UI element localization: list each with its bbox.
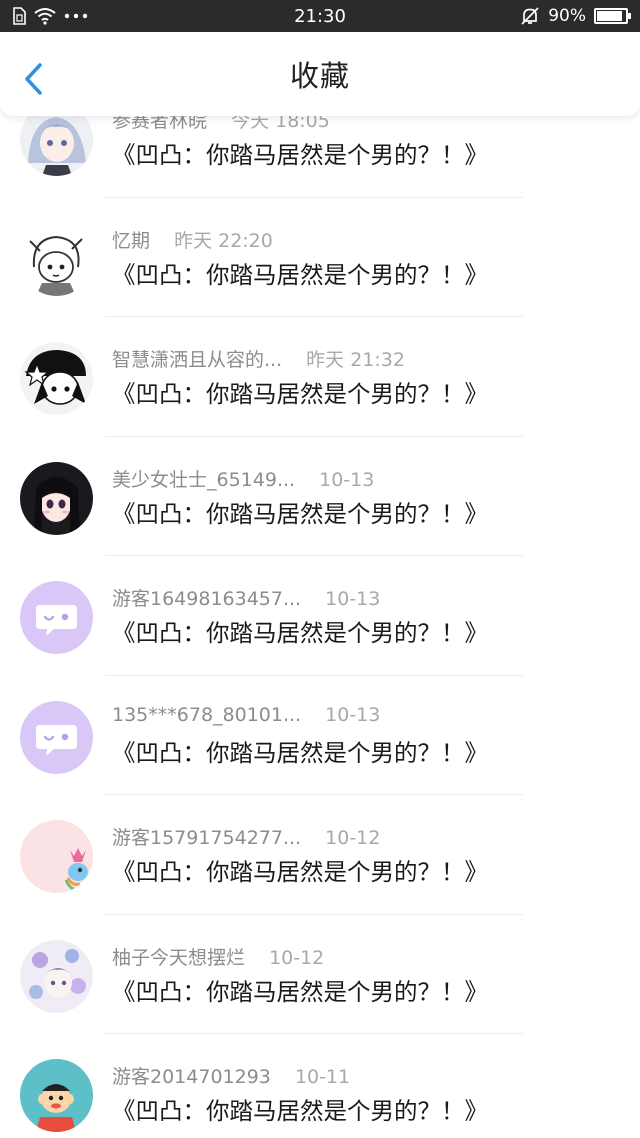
favorites-list[interactable]: 参赛者林皖 今天 18:05 《凹凸：你踏马居然是个男的？！》 忆期 昨天 22… <box>0 116 640 1138</box>
avatar-purple-flowers-girl[interactable] <box>20 939 93 1013</box>
favorites-list-inner: 参赛者林皖 今天 18:05 《凹凸：你踏马居然是个男的？！》 忆期 昨天 22… <box>0 116 640 1138</box>
avatar-anime-girl-black-hair[interactable] <box>20 461 93 535</box>
battery-fill <box>597 11 623 21</box>
timestamp: 今天 18:05 <box>231 116 330 132</box>
post-title[interactable]: 《凹凸：你踏马居然是个男的？！》 <box>112 375 488 409</box>
username[interactable]: 游客2014701293 <box>112 1062 271 1089</box>
item-meta: 美少女壮士_65149... 10-13 <box>112 465 374 492</box>
item-meta: 游客16498163457... 10-13 <box>112 584 380 611</box>
username[interactable]: 柚子今天想摆烂 <box>112 943 245 970</box>
username[interactable]: 135***678_80101... <box>112 704 301 726</box>
item-meta: 柚子今天想摆烂 10-12 <box>112 943 324 970</box>
post-title[interactable]: 《凹凸：你踏马居然是个男的？！》 <box>112 973 488 1007</box>
timestamp: 10-12 <box>269 946 325 969</box>
post-title[interactable]: 《凹凸：你踏马居然是个男的？！》 <box>112 614 488 648</box>
list-item-6[interactable]: 135***678_80101... 10-13 《凹凸：你踏马居然是个男的？！… <box>0 676 640 795</box>
list-item-4[interactable]: 美少女壮士_65149... 10-13 《凹凸：你踏马居然是个男的？！》 <box>0 437 640 556</box>
username[interactable]: 参赛者林皖 <box>112 116 207 133</box>
avatar-cartoon-boy-teal[interactable] <box>20 1059 93 1132</box>
post-title[interactable]: 《凹凸：你踏马居然是个男的？！》 <box>112 734 488 768</box>
list-item-9[interactable]: 游客2014701293 10-11 《凹凸：你踏马居然是个男的？！》 <box>0 1034 640 1138</box>
post-title[interactable]: 《凹凸：你踏马居然是个男的？！》 <box>112 136 488 170</box>
list-item-2[interactable]: 忆期 昨天 22:20 《凹凸：你踏马居然是个男的？！》 <box>0 198 640 317</box>
timestamp: 10-13 <box>325 588 381 610</box>
item-meta: 智慧潇洒且从容的... 昨天 21:32 <box>112 345 405 372</box>
status-time: 21:30 <box>294 5 346 27</box>
item-meta: 游客2014701293 10-11 <box>112 1062 350 1089</box>
post-title[interactable]: 《凹凸：你踏马居然是个男的？！》 <box>112 495 488 529</box>
list-item-5[interactable]: 游客16498163457... 10-13 《凹凸：你踏马居然是个男的？！》 <box>0 556 640 676</box>
page-title: 收藏 <box>289 59 350 93</box>
post-title[interactable]: 《凹凸：你踏马居然是个男的？！》 <box>112 853 488 887</box>
avatar-default-chat-bubble[interactable] <box>20 700 93 774</box>
list-item-8[interactable]: 柚子今天想摆烂 10-12 《凹凸：你踏马居然是个男的？！》 <box>0 915 640 1034</box>
item-meta: 游客15791754277... 10-12 <box>112 823 380 850</box>
timestamp: 10-13 <box>325 703 381 726</box>
item-meta: 参赛者林皖 今天 18:05 <box>112 116 330 133</box>
username[interactable]: 游客16498163457... <box>112 584 301 611</box>
timestamp: 10-11 <box>294 1066 351 1088</box>
list-item-7[interactable]: 游客15791754277... 10-12 《凹凸：你踏马居然是个男的？！》 <box>0 795 640 915</box>
avatar-pink-pony[interactable] <box>20 820 93 893</box>
timestamp: 10-12 <box>325 827 381 849</box>
avatar-default-chat-bubble[interactable] <box>20 581 93 654</box>
username[interactable]: 智慧潇洒且从容的... <box>112 345 282 372</box>
back-button[interactable] <box>20 62 50 96</box>
item-meta: 忆期 昨天 22:20 <box>112 226 273 253</box>
item-meta: 135***678_80101... 10-13 <box>112 704 380 726</box>
username[interactable]: 忆期 <box>112 226 150 253</box>
post-title[interactable]: 《凹凸：你踏马居然是个男的？！》 <box>112 1092 488 1126</box>
battery-icon <box>594 8 631 24</box>
header: 收藏 <box>0 32 640 116</box>
timestamp: 昨天 22:20 <box>174 229 273 252</box>
list-item-3[interactable]: 智慧潇洒且从容的... 昨天 21:32 《凹凸：你踏马居然是个男的？！》 <box>0 317 640 437</box>
avatar-manga-chibi-sketch[interactable] <box>20 222 93 296</box>
avatar-anime-girl-blue-hair[interactable] <box>20 116 93 176</box>
username[interactable]: 美少女壮士_65149... <box>112 465 295 492</box>
list-item-1[interactable]: 参赛者林皖 今天 18:05 《凹凸：你踏马居然是个男的？！》 <box>0 116 640 198</box>
timestamp: 昨天 21:32 <box>306 349 405 371</box>
timestamp: 10-13 <box>319 468 375 491</box>
chevron-left-icon <box>25 63 42 95</box>
avatar-manga-boy-star-hat[interactable] <box>20 342 93 415</box>
post-title[interactable]: 《凹凸：你踏马居然是个男的？！》 <box>112 256 488 290</box>
status-bar: 21:30 90% <box>0 0 640 32</box>
username[interactable]: 游客15791754277... <box>112 823 301 850</box>
